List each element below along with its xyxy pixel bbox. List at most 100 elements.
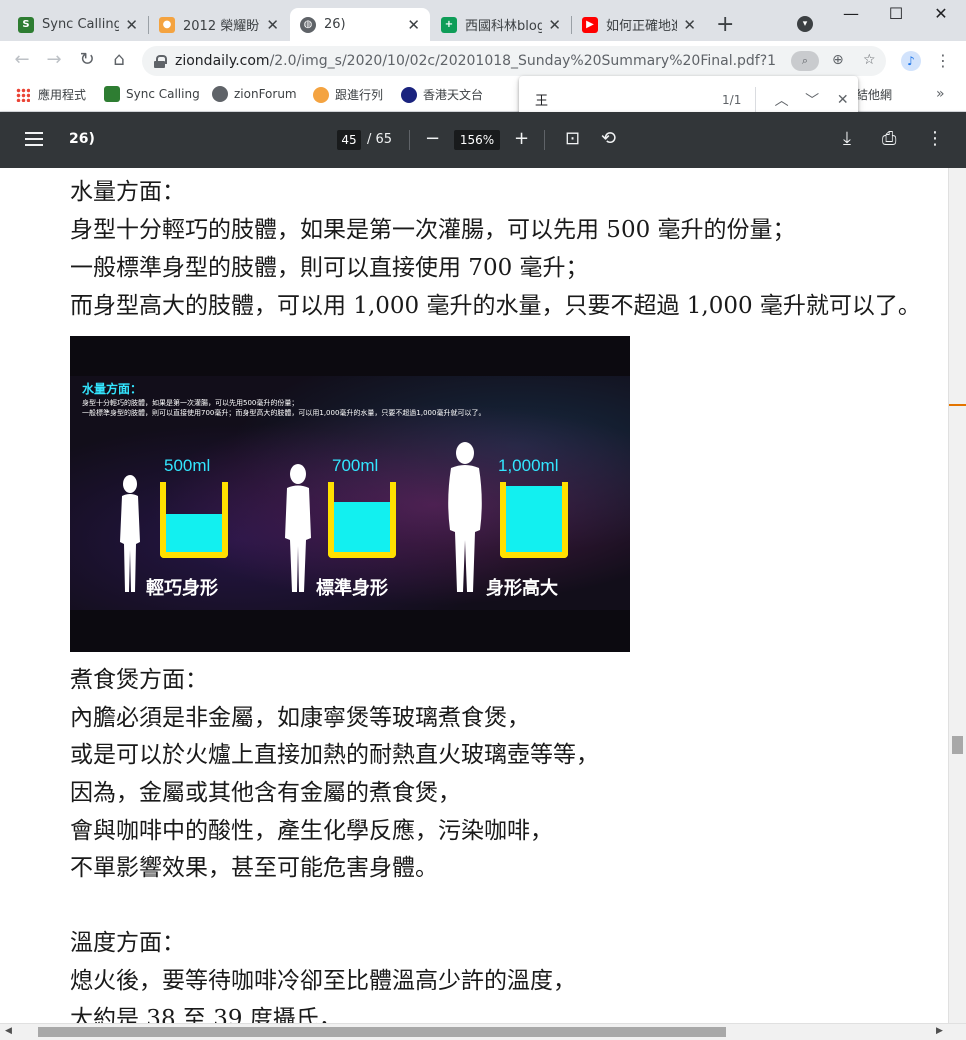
url-text[interactable]: ziondaily.com/2.0/img_s/2020/10/02c/2020… <box>175 53 775 69</box>
water-level <box>506 485 562 552</box>
maximize-button[interactable]: ☐ <box>881 4 911 23</box>
bookmark-sync-calling[interactable]: Sync Calling <box>104 86 200 102</box>
sync-calling-icon <box>104 86 120 102</box>
find-input[interactable]: 王 <box>535 90 688 109</box>
doc-line: 一般標準身型的肢體，則可以直接使用 700 毫升； <box>70 255 589 281</box>
doc-line: 會與咖啡中的酸性，產生化學反應，污染咖啡， <box>70 818 553 844</box>
tab-search-icon[interactable]: ▾ <box>797 16 813 32</box>
pdf-title: 26) <box>69 131 95 147</box>
doc-line: 因為，金屬或其他含有金屬的煮食煲， <box>70 780 461 806</box>
figure-title: 水量方面： <box>82 382 143 396</box>
forward-button[interactable]: → <box>42 49 66 70</box>
rotate-icon[interactable]: ⟲ <box>601 128 616 149</box>
bookmark-apps[interactable]: 應用程式 <box>16 86 86 103</box>
plus-sheet-icon: + <box>441 16 457 33</box>
more-bookmarks-icon[interactable]: » <box>936 86 945 102</box>
find-in-page-icon[interactable]: ⌕ <box>791 51 819 71</box>
water-level <box>334 501 390 552</box>
reload-button[interactable]: ↻ <box>75 49 99 70</box>
tab-2012[interactable]: ● 2012 榮耀盼望 ✕ <box>149 8 289 41</box>
globe-icon <box>212 86 228 102</box>
body-type-label: 標準身形 <box>316 578 388 599</box>
back-button[interactable]: ← <box>10 49 34 70</box>
horizontal-scrollbar[interactable]: ◀ ▶ <box>0 1023 966 1040</box>
zoom-level-input[interactable]: 156% <box>454 130 500 150</box>
vertical-scroll-thumb[interactable] <box>952 736 963 754</box>
water-container <box>328 482 396 558</box>
find-next-icon[interactable]: ﹀ <box>797 90 828 110</box>
close-tab-icon[interactable]: ✕ <box>266 16 279 34</box>
doc-line: 不單影響效果，甚至可能危害身體。 <box>70 855 438 881</box>
tab-sync-calling[interactable]: S Sync Calling ✕ <box>8 8 148 41</box>
tab-active-pdf[interactable]: ◍ 26) ✕ <box>290 8 430 41</box>
tab-title: 西國科林blog <box>465 19 543 34</box>
water-amount-figure: 水量方面： 身型十分輕巧的肢體，如果是第一次灌腸，可以先用500毫升的份量； 一… <box>70 336 630 652</box>
cookie-icon <box>313 86 329 103</box>
scroll-left-icon[interactable]: ◀ <box>5 1026 12 1036</box>
find-match-count: 1/1 <box>722 92 742 107</box>
address-bar[interactable]: ziondaily.com/2.0/img_s/2020/10/02c/2020… <box>142 46 886 76</box>
amount-label: 700ml <box>332 456 379 475</box>
pdf-toolbar: 26) 45 / 65 − 156% + ⊡ ⟲ ⤓ ⎙ ⋮ <box>0 112 966 168</box>
tab-title: 26) <box>324 17 346 32</box>
close-tab-icon[interactable]: ✕ <box>683 16 696 34</box>
page-total: / 65 <box>367 132 393 147</box>
pdf-sidebar-menu-icon[interactable] <box>25 132 43 146</box>
tab-youtube[interactable]: ▶ 如何正確地進 ✕ <box>572 8 706 41</box>
pdf-document[interactable]: 水量方面： 身型十分輕巧的肢體，如果是第一次灌腸，可以先用 500 毫升的份量；… <box>0 168 948 1023</box>
doc-line: 煮食煲方面： <box>70 667 208 693</box>
figure-caption-line: 身型十分輕巧的肢體，如果是第一次灌腸，可以先用500毫升的份量； <box>82 399 299 407</box>
bookmark-followup[interactable]: 跟進行列 <box>313 86 383 103</box>
doc-line: 內膽必須是非金屬，如康寧煲等玻璃煮食煲， <box>70 705 530 731</box>
fit-to-page-icon[interactable]: ⊡ <box>565 128 580 149</box>
youtube-icon: ▶ <box>582 16 598 33</box>
bookmark-zionforum[interactable]: zionForum <box>212 86 297 102</box>
lock-icon[interactable] <box>154 54 167 68</box>
bookmark-label: 結他網 <box>856 88 893 102</box>
minimize-button[interactable]: — <box>836 4 866 23</box>
profile-avatar[interactable]: ♪ <box>901 51 921 71</box>
tab-title: 如何正確地進 <box>606 19 678 34</box>
standard-body-silhouette <box>285 464 311 592</box>
horizontal-scroll-thumb[interactable] <box>38 1027 726 1037</box>
toolbar-divider <box>544 130 545 150</box>
close-tab-icon[interactable]: ✕ <box>548 16 561 34</box>
new-tab-button[interactable]: + <box>716 12 734 37</box>
toolbar-divider <box>409 130 410 150</box>
find-previous-icon[interactable]: ︿ <box>766 90 797 110</box>
body-type-label: 輕巧身形 <box>146 578 218 599</box>
download-icon[interactable]: ⤓ <box>843 128 851 149</box>
sync-calling-icon: S <box>18 16 34 33</box>
observatory-icon <box>401 86 417 103</box>
slim-body-silhouette <box>120 475 140 592</box>
print-icon[interactable]: ⎙ <box>882 128 896 149</box>
bookmark-observatory[interactable]: 香港天文台 <box>401 86 483 103</box>
zoom-out-icon[interactable]: − <box>425 128 440 149</box>
water-container <box>160 482 228 558</box>
url-path: /2.0/img_s/2020/10/02c/20201018_Sunday%2… <box>269 53 775 69</box>
close-tab-icon[interactable]: ✕ <box>407 16 420 34</box>
doc-line: 水量方面： <box>70 179 185 205</box>
scroll-right-icon[interactable]: ▶ <box>936 1026 943 1036</box>
pdf-more-icon[interactable]: ⋮ <box>926 128 944 149</box>
zoom-in-icon[interactable]: + <box>514 128 529 149</box>
url-host: ziondaily.com <box>175 53 270 69</box>
cookie-icon: ● <box>159 16 175 33</box>
tab-blog[interactable]: + 西國科林blog ✕ <box>431 8 571 41</box>
water-container <box>500 482 568 558</box>
close-window-button[interactable]: ✕ <box>926 4 956 23</box>
amount-label: 1,000ml <box>498 456 559 475</box>
zoom-icon[interactable]: ⊕ <box>832 52 844 68</box>
large-body-silhouette <box>448 442 482 592</box>
browser-menu-icon[interactable]: ⋮ <box>935 51 951 70</box>
find-result-marker <box>949 404 966 406</box>
bookmark-label: 香港天文台 <box>423 88 484 102</box>
vertical-scrollbar[interactable] <box>948 168 966 1023</box>
bookmark-guitar[interactable]: 結他網 <box>856 86 892 103</box>
close-tab-icon[interactable]: ✕ <box>125 16 138 34</box>
page-number-input[interactable]: 45 <box>337 130 361 150</box>
bookmark-label: 應用程式 <box>38 88 87 102</box>
bookmark-star-icon[interactable]: ☆ <box>863 52 876 68</box>
home-button[interactable]: ⌂ <box>107 49 131 70</box>
find-close-icon[interactable]: ✕ <box>827 92 858 108</box>
